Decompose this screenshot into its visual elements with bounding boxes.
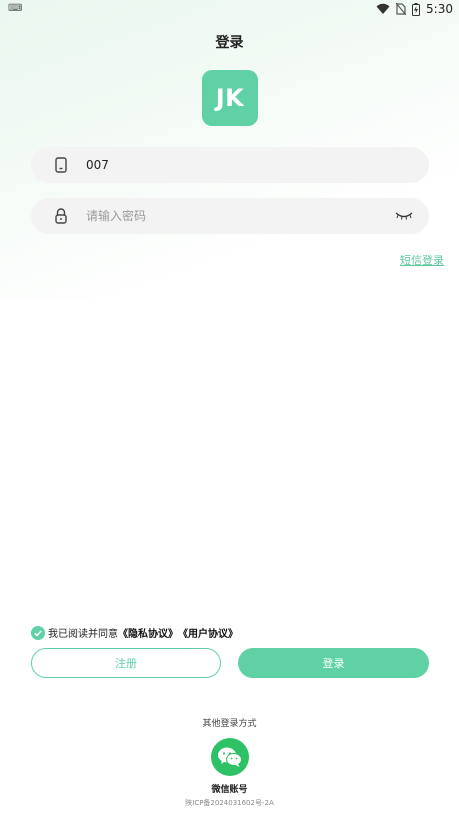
status-time: 5:30 bbox=[426, 2, 453, 16]
password-input-placeholder[interactable]: 请输入密码 bbox=[86, 207, 146, 225]
phone-field[interactable]: 007 bbox=[31, 147, 429, 183]
privacy-agreement-link[interactable]: 《隐私协议》 bbox=[118, 625, 178, 640]
checkbox-checked-icon[interactable] bbox=[31, 625, 45, 640]
status-bar: ⌨ 5:30 bbox=[0, 0, 459, 20]
login-button[interactable]: 登录 bbox=[238, 648, 429, 678]
lock-icon bbox=[55, 208, 67, 224]
wechat-login-label: 微信账号 bbox=[211, 785, 248, 795]
status-icons: 5:30 bbox=[376, 2, 453, 16]
password-field[interactable]: 请输入密码 bbox=[31, 198, 429, 234]
keyboard-icon: ⌨ bbox=[8, 3, 23, 14]
agreement-row: 我已阅读并同意 《隐私协议》 《用户协议》 bbox=[31, 625, 238, 640]
wechat-login-button[interactable] bbox=[211, 738, 249, 776]
sms-login-link[interactable]: 短信登录 bbox=[400, 252, 444, 268]
other-login-title: 其他登录方式 bbox=[202, 719, 257, 729]
eye-closed-icon[interactable] bbox=[395, 210, 413, 222]
wechat-icon bbox=[218, 747, 242, 767]
phone-icon bbox=[55, 157, 67, 173]
user-agreement-link[interactable]: 《用户协议》 bbox=[178, 625, 238, 640]
phone-input-value[interactable]: 007 bbox=[86, 156, 109, 174]
agreement-prefix: 我已阅读并同意 bbox=[48, 629, 118, 640]
no-sim-icon bbox=[396, 3, 407, 15]
wifi-icon bbox=[376, 3, 390, 14]
app-logo-text: JK bbox=[215, 84, 245, 112]
page-title: 登录 bbox=[215, 35, 244, 51]
icp-footer: 陕ICP备2024031602号-2A bbox=[185, 799, 274, 807]
app-logo: JK bbox=[202, 70, 258, 126]
register-button[interactable]: 注册 bbox=[31, 648, 221, 678]
battery-charging-icon bbox=[412, 2, 421, 16]
